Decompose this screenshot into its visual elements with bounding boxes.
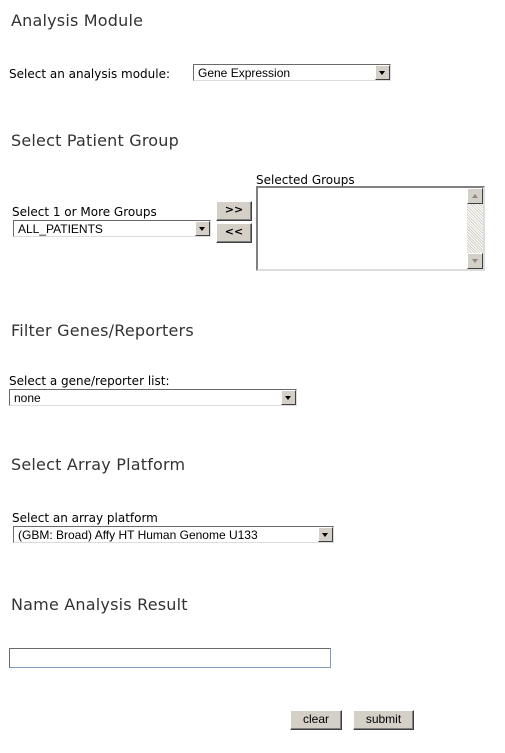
chevron-down-icon[interactable] <box>195 221 210 236</box>
filter-genes-heading: Filter Genes/Reporters <box>11 321 194 340</box>
gene-reporter-list-value: none <box>14 391 41 405</box>
analysis-result-name-input[interactable] <box>9 648 331 668</box>
groups-label: Select 1 or More Groups <box>12 205 157 219</box>
analysis-module-select[interactable]: Gene Expression <box>193 64 391 81</box>
patient-group-heading: Select Patient Group <box>11 131 179 150</box>
array-platform-value: (GBM: Broad) Affy HT Human Genome U133 <box>18 528 258 542</box>
selected-groups-label: Selected Groups <box>256 173 355 187</box>
gene-reporter-list-select[interactable]: none <box>9 389 297 406</box>
array-platform-label: Select an array platform <box>12 511 158 525</box>
chevron-down-icon[interactable] <box>281 390 296 405</box>
analysis-module-value: Gene Expression <box>198 66 291 80</box>
array-platform-heading: Select Array Platform <box>11 455 186 474</box>
scroll-up-icon[interactable] <box>467 188 483 204</box>
selected-groups-scrollbar[interactable] <box>467 188 483 269</box>
selected-groups-listbox[interactable] <box>256 186 485 271</box>
clear-button[interactable]: clear <box>290 710 342 730</box>
remove-group-button[interactable]: << <box>216 223 252 243</box>
submit-button[interactable]: submit <box>353 710 414 730</box>
chevron-down-icon[interactable] <box>318 527 333 542</box>
analysis-result-heading: Name Analysis Result <box>11 595 188 614</box>
chevron-down-icon[interactable] <box>375 65 390 80</box>
analysis-module-heading: Analysis Module <box>11 11 144 30</box>
scroll-down-icon[interactable] <box>467 253 483 269</box>
array-platform-select[interactable]: (GBM: Broad) Affy HT Human Genome U133 <box>13 526 334 543</box>
patient-groups-value: ALL_PATIENTS <box>18 222 103 236</box>
gene-reporter-list-label: Select a gene/reporter list: <box>9 374 170 388</box>
patient-groups-select[interactable]: ALL_PATIENTS <box>13 220 211 237</box>
analysis-module-label: Select an analysis module: <box>9 67 171 81</box>
add-group-button[interactable]: >> <box>216 201 252 221</box>
